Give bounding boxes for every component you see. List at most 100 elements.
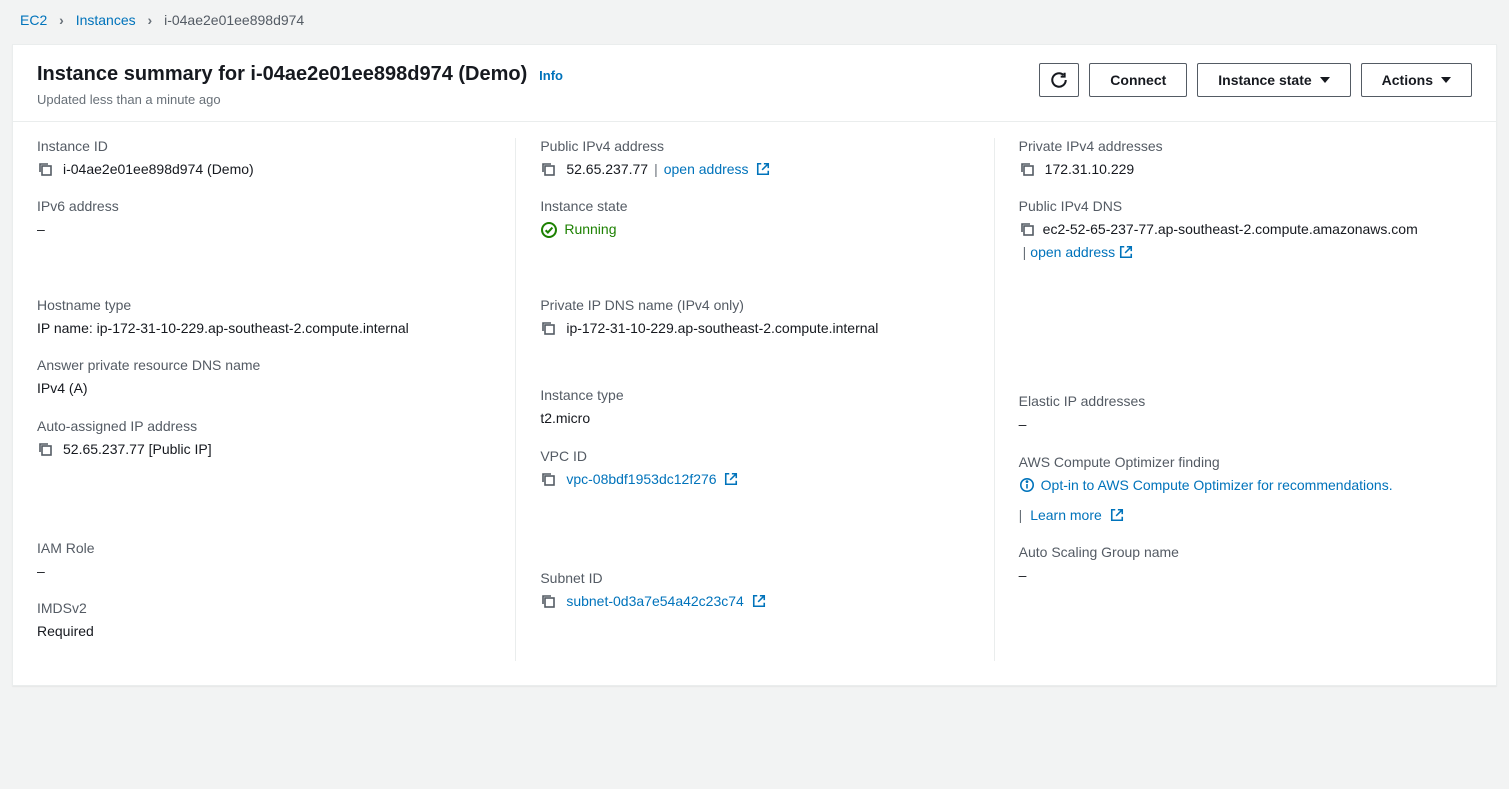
field-label: Instance type bbox=[540, 387, 969, 403]
field-imdsv2: IMDSv2 Required bbox=[37, 600, 491, 642]
copy-icon[interactable] bbox=[540, 161, 556, 177]
field-label: Elastic IP addresses bbox=[1019, 393, 1448, 409]
field-value: IPv4 (A) bbox=[37, 377, 88, 399]
breadcrumb-ec2[interactable]: EC2 bbox=[20, 12, 47, 28]
field-instance-id: Instance ID i-04ae2e01ee898d974 (Demo) bbox=[37, 138, 491, 180]
field-vpc: VPC ID vpc-08bdf1953dc12f276 bbox=[540, 448, 969, 490]
separator: | bbox=[1019, 507, 1023, 523]
learn-more-link[interactable]: Learn more bbox=[1030, 507, 1123, 523]
chevron-right-icon: › bbox=[59, 12, 64, 28]
vpc-link[interactable]: vpc-08bdf1953dc12f276 bbox=[566, 468, 738, 490]
refresh-icon bbox=[1050, 71, 1068, 89]
field-label: Instance ID bbox=[37, 138, 491, 154]
chevron-right-icon: › bbox=[148, 12, 153, 28]
field-value: 52.65.237.77 [Public IP] bbox=[63, 438, 212, 460]
field-value: Required bbox=[37, 620, 94, 642]
field-asg: Auto Scaling Group name – bbox=[1019, 544, 1448, 586]
external-link-icon bbox=[1119, 245, 1133, 259]
connect-button[interactable]: Connect bbox=[1089, 63, 1187, 97]
subnet-link[interactable]: subnet-0d3a7e54a42c23c74 bbox=[566, 590, 765, 612]
external-link-icon bbox=[724, 472, 738, 486]
field-label: Public IPv4 DNS bbox=[1019, 198, 1448, 214]
info-circle-icon bbox=[1019, 477, 1035, 493]
field-value: ip-172-31-10-229.ap-southeast-2.compute.… bbox=[566, 317, 878, 339]
field-auto-ip: Auto-assigned IP address 52.65.237.77 [P… bbox=[37, 418, 491, 460]
external-link-icon bbox=[1110, 508, 1124, 522]
field-label: Instance state bbox=[540, 198, 969, 214]
page-title: Instance summary for i-04ae2e01ee898d974… bbox=[37, 63, 527, 85]
separator: | bbox=[1023, 244, 1027, 260]
caret-down-icon bbox=[1320, 77, 1330, 83]
open-address-link[interactable]: open address bbox=[1030, 244, 1133, 260]
breadcrumb-instances[interactable]: Instances bbox=[76, 12, 136, 28]
breadcrumb: EC2 › Instances › i-04ae2e01ee898d974 bbox=[0, 0, 1509, 44]
field-value: 172.31.10.229 bbox=[1045, 158, 1135, 180]
field-label: Subnet ID bbox=[540, 570, 969, 586]
actions-button[interactable]: Actions bbox=[1361, 63, 1472, 97]
field-label: IAM Role bbox=[37, 540, 491, 556]
check-circle-icon bbox=[540, 221, 558, 239]
field-instance-type: Instance type t2.micro bbox=[540, 387, 969, 429]
field-label: IMDSv2 bbox=[37, 600, 491, 616]
status-running: Running bbox=[540, 218, 616, 240]
updated-subtitle: Updated less than a minute ago bbox=[37, 92, 563, 107]
detail-col-3: Private IPv4 addresses 172.31.10.229 Pub… bbox=[994, 138, 1472, 661]
external-link-icon bbox=[756, 162, 770, 176]
field-label: Public IPv4 address bbox=[540, 138, 969, 154]
instance-state-button-label: Instance state bbox=[1218, 72, 1311, 88]
field-ipv6: IPv6 address – bbox=[37, 198, 491, 240]
instance-state-button[interactable]: Instance state bbox=[1197, 63, 1350, 97]
separator: | bbox=[654, 158, 658, 180]
field-label: IPv6 address bbox=[37, 198, 491, 214]
caret-down-icon bbox=[1441, 77, 1451, 83]
field-label: Hostname type bbox=[37, 297, 491, 313]
detail-grid: Instance ID i-04ae2e01ee898d974 (Demo) I… bbox=[13, 122, 1496, 685]
copy-icon[interactable] bbox=[1019, 221, 1035, 237]
field-label: Answer private resource DNS name bbox=[37, 357, 491, 373]
copy-icon[interactable] bbox=[37, 161, 53, 177]
field-public-ipv4: Public IPv4 address 52.65.237.77 | open … bbox=[540, 138, 969, 180]
field-value: – bbox=[37, 560, 45, 582]
info-link[interactable]: Info bbox=[539, 68, 563, 83]
field-private-ipv4: Private IPv4 addresses 172.31.10.229 bbox=[1019, 138, 1448, 180]
instance-summary-panel: Instance summary for i-04ae2e01ee898d974… bbox=[12, 44, 1497, 686]
field-label: VPC ID bbox=[540, 448, 969, 464]
field-label: Private IPv4 addresses bbox=[1019, 138, 1448, 154]
field-value: i-04ae2e01ee898d974 (Demo) bbox=[63, 158, 254, 180]
copy-icon[interactable] bbox=[540, 593, 556, 609]
field-label: AWS Compute Optimizer finding bbox=[1019, 454, 1448, 470]
refresh-button[interactable] bbox=[1039, 63, 1079, 97]
field-optimizer: AWS Compute Optimizer finding Opt-in to … bbox=[1019, 454, 1448, 527]
detail-col-2: Public IPv4 address 52.65.237.77 | open … bbox=[515, 138, 993, 661]
field-label: Auto-assigned IP address bbox=[37, 418, 491, 434]
header-actions: Connect Instance state Actions bbox=[1039, 63, 1472, 97]
field-elastic-ip: Elastic IP addresses – bbox=[1019, 393, 1448, 435]
field-value: ec2-52-65-237-77.ap-southeast-2.compute.… bbox=[1043, 221, 1418, 237]
copy-icon[interactable] bbox=[540, 320, 556, 336]
field-value: IP name: ip-172-31-10-229.ap-southeast-2… bbox=[37, 320, 409, 336]
field-public-dns: Public IPv4 DNS ec2-52-65-237-77.ap-sout… bbox=[1019, 198, 1448, 263]
title-block: Instance summary for i-04ae2e01ee898d974… bbox=[37, 63, 563, 107]
actions-button-label: Actions bbox=[1382, 72, 1433, 88]
field-label: Auto Scaling Group name bbox=[1019, 544, 1448, 560]
field-subnet: Subnet ID subnet-0d3a7e54a42c23c74 bbox=[540, 570, 969, 612]
optimizer-link[interactable]: Opt-in to AWS Compute Optimizer for reco… bbox=[1041, 477, 1393, 493]
field-value: t2.micro bbox=[540, 407, 590, 429]
panel-header: Instance summary for i-04ae2e01ee898d974… bbox=[13, 45, 1496, 122]
copy-icon[interactable] bbox=[540, 471, 556, 487]
field-value: 52.65.237.77 bbox=[566, 158, 648, 180]
copy-icon[interactable] bbox=[1019, 161, 1035, 177]
field-instance-state: Instance state Running bbox=[540, 198, 969, 240]
field-hostname-type: Hostname type IP name: ip-172-31-10-229.… bbox=[37, 297, 491, 339]
copy-icon[interactable] bbox=[37, 441, 53, 457]
field-value: – bbox=[1019, 564, 1027, 586]
detail-col-1: Instance ID i-04ae2e01ee898d974 (Demo) I… bbox=[37, 138, 515, 661]
field-private-dns: Private IP DNS name (IPv4 only) ip-172-3… bbox=[540, 297, 969, 339]
breadcrumb-current: i-04ae2e01ee898d974 bbox=[164, 12, 304, 28]
field-label: Private IP DNS name (IPv4 only) bbox=[540, 297, 969, 313]
field-iam: IAM Role – bbox=[37, 540, 491, 582]
external-link-icon bbox=[752, 594, 766, 608]
open-address-link[interactable]: open address bbox=[664, 158, 771, 180]
field-value: – bbox=[37, 218, 45, 240]
field-value: – bbox=[1019, 413, 1027, 435]
